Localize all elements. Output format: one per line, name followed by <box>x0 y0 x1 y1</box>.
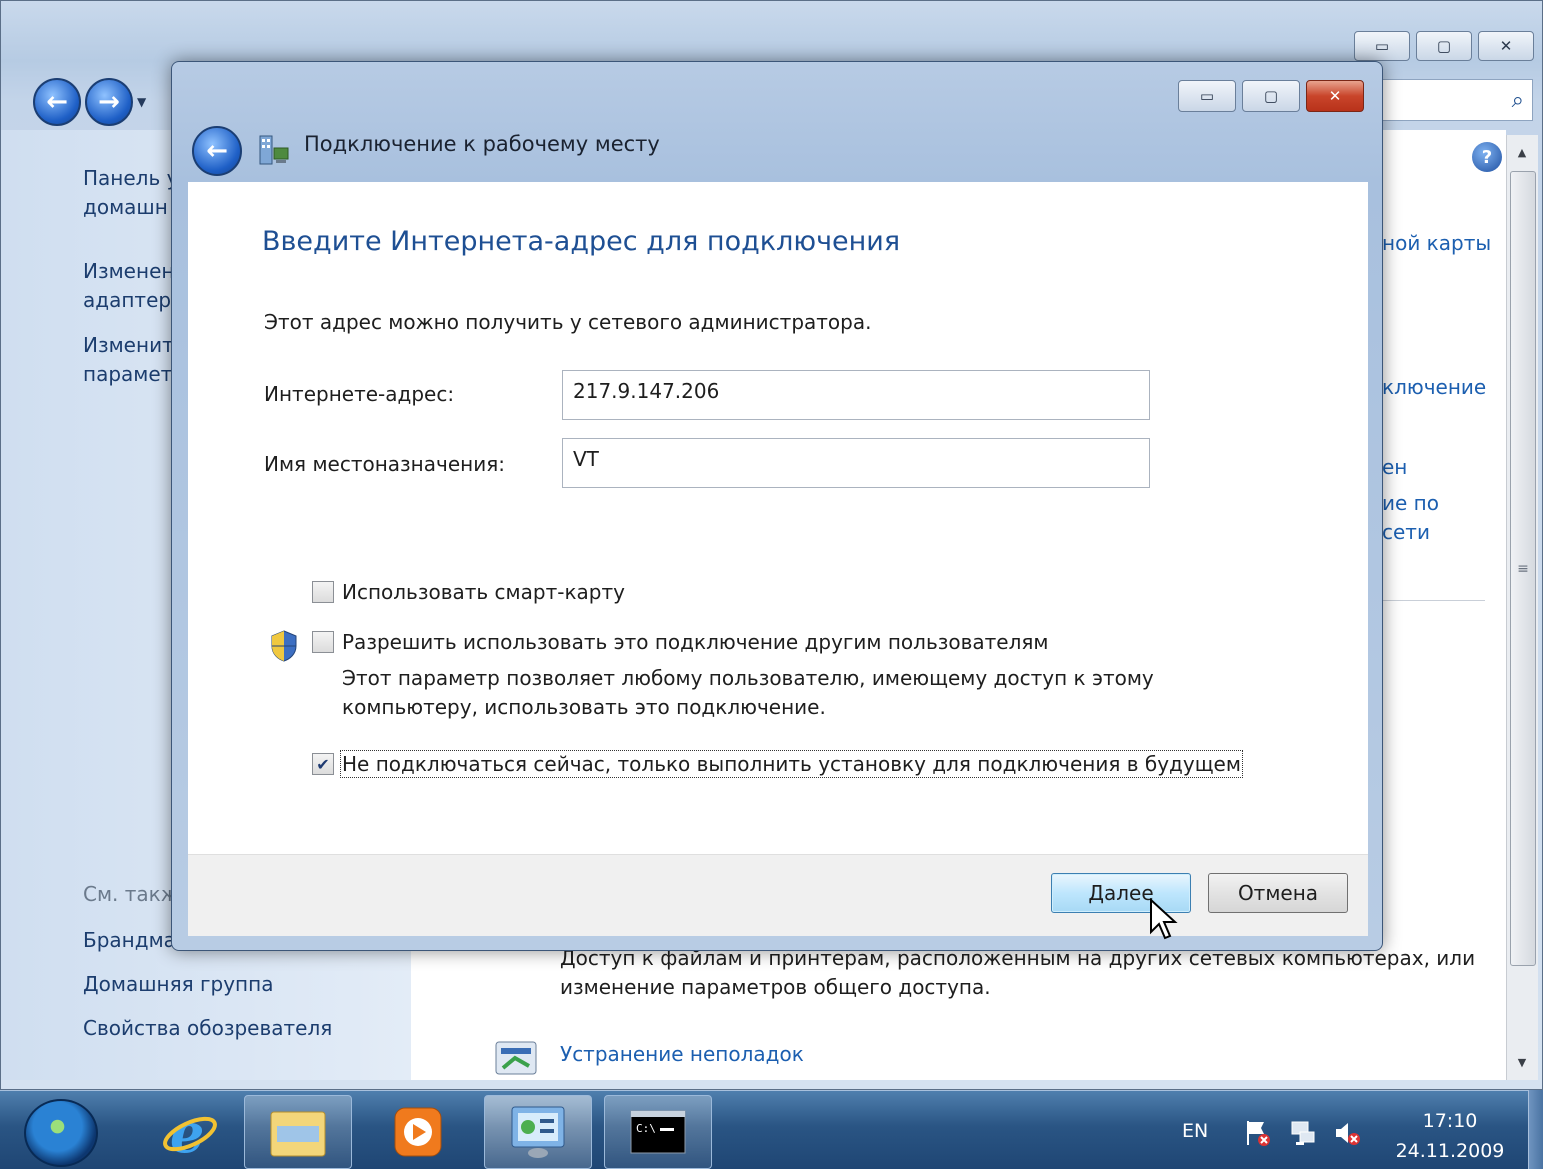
sidebar-link[interactable]: Панель у <box>83 164 178 193</box>
sidebar-link[interactable]: адаптера <box>83 286 183 315</box>
vertical-scrollbar[interactable]: ▲ ≡ ▼ <box>1506 135 1538 1080</box>
command-prompt-icon: C:\ <box>630 1110 686 1154</box>
uac-shield-icon <box>271 630 297 662</box>
dialog-footer: Далее Отмена <box>188 854 1368 936</box>
allow-others-note-line1: Этот параметр позволяет любому пользоват… <box>342 666 1154 690</box>
troubleshoot-link[interactable]: Устранение неполадок <box>560 1040 804 1069</box>
volume-icon[interactable] <box>1332 1118 1362 1148</box>
action-center-flag-icon[interactable] <box>1242 1118 1272 1148</box>
sidebar-link[interactable]: домашн <box>83 193 168 222</box>
help-icon[interactable]: ? <box>1472 142 1502 172</box>
taskbar-command-prompt-icon[interactable]: C:\ <box>604 1095 712 1169</box>
svg-text:C:\: C:\ <box>636 1122 656 1135</box>
allow-others-option[interactable]: Разрешить использовать это подключение д… <box>312 630 1049 654</box>
show-desktop-button[interactable] <box>1528 1090 1543 1169</box>
content-link-fragment[interactable]: ен <box>1382 453 1407 482</box>
dont-connect-now-label: Не подключаться сейчас, только выполнить… <box>340 750 1243 778</box>
destination-name-input[interactable]: VT <box>562 438 1150 488</box>
internet-explorer-icon: e <box>163 1104 217 1160</box>
search-input[interactable]: ⌕ <box>1381 79 1533 121</box>
sidebar-link-firewall[interactable]: Брандма <box>83 926 176 955</box>
content-link-fragment[interactable]: ной карты <box>1382 229 1491 258</box>
destination-name-label: Имя местоназначения: <box>264 452 505 476</box>
dialog-body: Введите Интернета-адрес для подключения … <box>188 182 1368 854</box>
content-link-fragment[interactable]: сети <box>1382 518 1430 547</box>
troubleshoot-icon <box>495 1041 537 1075</box>
smartcard-option[interactable]: Использовать смарт-карту <box>312 580 625 604</box>
back-button[interactable]: ← <box>33 78 81 126</box>
flag-icon <box>1247 1121 1270 1146</box>
media-player-icon <box>394 1107 442 1157</box>
address-label: Интернете-адрес: <box>264 382 455 406</box>
content-link-fragment[interactable]: ключение <box>1382 373 1486 402</box>
mouse-cursor-icon <box>1150 898 1178 940</box>
navigation-buttons: ← → ▼ <box>33 78 146 126</box>
start-button[interactable] <box>24 1099 98 1167</box>
minimize-button[interactable]: ▭ <box>1178 80 1236 112</box>
control-panel-icon <box>511 1106 565 1158</box>
workplace-network-icon <box>259 135 289 165</box>
scroll-up-arrow[interactable]: ▲ <box>1507 137 1537 167</box>
taskbar-internet-explorer-icon[interactable]: e <box>136 1095 244 1169</box>
back-button[interactable]: ← <box>192 126 242 176</box>
search-icon: ⌕ <box>1511 87 1524 113</box>
clock-time: 17:10 <box>1422 1110 1478 1132</box>
scroll-thumb[interactable]: ≡ <box>1510 171 1536 966</box>
internet-address-input[interactable]: 217.9.147.206 <box>562 370 1150 420</box>
sharing-description-line2: изменение параметров общего доступа. <box>560 975 991 999</box>
taskbar-media-player-icon[interactable] <box>364 1095 472 1169</box>
taskbar-control-panel-icon[interactable] <box>484 1095 592 1169</box>
network-icon[interactable] <box>1288 1118 1318 1148</box>
smartcard-checkbox[interactable] <box>312 581 334 603</box>
minimize-button[interactable]: ▭ <box>1354 31 1410 61</box>
forward-button[interactable]: → <box>85 78 133 126</box>
folder-icon <box>270 1111 326 1157</box>
background-window-controls: ▭ ▢ ✕ <box>1354 31 1534 61</box>
scroll-down-arrow[interactable]: ▼ <box>1507 1047 1537 1077</box>
sidebar-link[interactable]: парамет <box>83 360 172 389</box>
sidebar-link-internet-options[interactable]: Свойства обозревателя <box>83 1014 332 1043</box>
system-clock[interactable]: 17:10 24.11.2009 <box>1395 1106 1505 1166</box>
allow-others-label: Разрешить использовать это подключение д… <box>342 630 1049 654</box>
sidebar-link[interactable]: Изменен <box>83 257 174 286</box>
sidebar-link-homegroup[interactable]: Домашняя группа <box>83 970 273 999</box>
see-also-heading: См. такж <box>83 882 179 906</box>
divider <box>1380 600 1485 601</box>
allow-others-note: Этот параметр позволяет любому пользоват… <box>342 664 1202 722</box>
dont-connect-now-checkbox[interactable]: ✔ <box>312 753 334 775</box>
dialog-title: Подключение к рабочему месту <box>304 132 660 156</box>
dont-connect-now-option[interactable]: ✔ Не подключаться сейчас, только выполни… <box>312 750 1243 778</box>
page-description: Этот адрес можно получить у сетевого адм… <box>264 310 872 334</box>
recent-pages-dropdown[interactable]: ▼ <box>137 95 146 109</box>
language-indicator[interactable]: EN <box>1182 1120 1208 1142</box>
close-button[interactable]: ✕ <box>1306 80 1364 112</box>
smartcard-label: Использовать смарт-карту <box>342 580 625 604</box>
page-heading: Введите Интернета-адрес для подключения <box>262 226 901 257</box>
close-button[interactable]: ✕ <box>1478 31 1534 61</box>
clock-date: 24.11.2009 <box>1395 1140 1505 1162</box>
taskbar-windows-explorer-icon[interactable] <box>244 1095 352 1169</box>
maximize-button[interactable]: ▢ <box>1242 80 1300 112</box>
maximize-button[interactable]: ▢ <box>1416 31 1472 61</box>
cancel-button[interactable]: Отмена <box>1208 873 1348 913</box>
sidebar-link[interactable]: Изменит <box>83 331 174 360</box>
network-status-icon <box>1291 1121 1315 1145</box>
allow-others-note-line2: компьютеру, использовать это подключение… <box>342 695 826 719</box>
content-link-fragment[interactable]: ие по <box>1382 489 1439 518</box>
speaker-muted-icon <box>1336 1123 1360 1145</box>
connect-to-workplace-dialog: ▭ ▢ ✕ ← Подключение к рабочему месту Вве… <box>171 61 1383 951</box>
dialog-window-controls: ▭ ▢ ✕ <box>1178 80 1364 112</box>
allow-others-checkbox[interactable] <box>312 631 334 653</box>
